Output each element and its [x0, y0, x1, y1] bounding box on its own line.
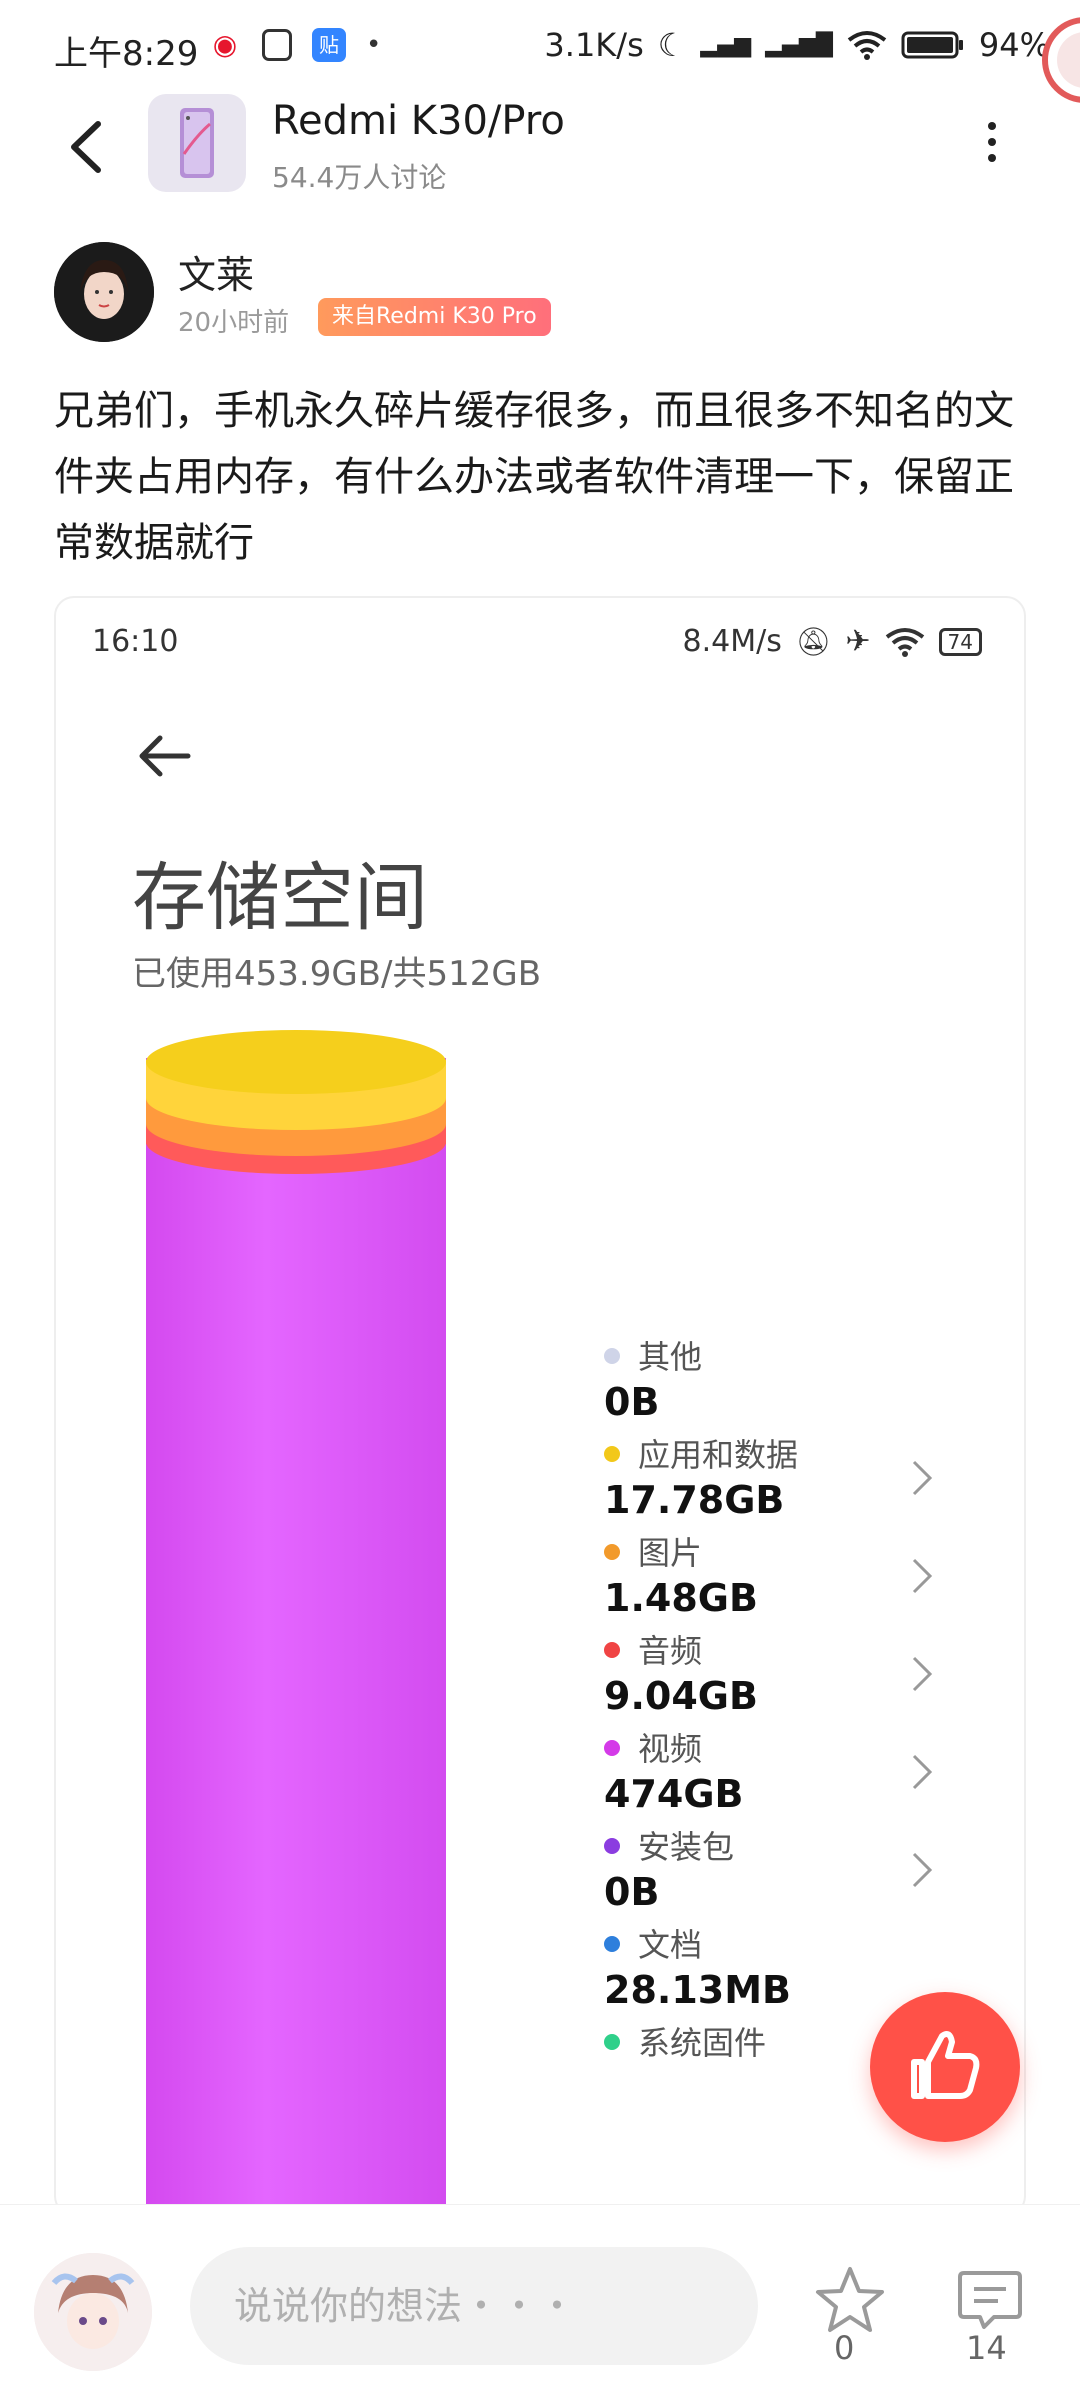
- legend-dot: [604, 1838, 620, 1854]
- legend-value: 9.04GB: [604, 1674, 758, 1718]
- chevron-right-icon: [912, 1460, 933, 1496]
- post-time: 20小时前: [178, 308, 290, 338]
- more-options-icon[interactable]: [982, 118, 1002, 166]
- status-time: 上午8:29: [54, 34, 199, 74]
- legend-dot: [604, 1642, 620, 1658]
- legend-label: 文档: [638, 1926, 703, 1964]
- legend-dot: [604, 1936, 620, 1952]
- legend-label: 音频: [638, 1632, 703, 1670]
- app-notification-icon: [262, 29, 292, 61]
- comment-input[interactable]: 说说你的想法・・・: [190, 2247, 758, 2365]
- legend-item-packages: 安装包 0B: [604, 1822, 1004, 1932]
- status-right: 3.1K/s ☾ ▂▄▆ ▂▄▆█ 94%: [544, 26, 1050, 64]
- bottom-comment-bar: 说说你的想法・・・ 0 14: [0, 2204, 1080, 2400]
- user-avatar[interactable]: [34, 2253, 152, 2371]
- legend-dot: [604, 1446, 620, 1462]
- phone-image-icon: [180, 108, 214, 178]
- tieba-icon: 贴: [312, 28, 346, 62]
- legend-value: 1.48GB: [604, 1576, 758, 1620]
- legend-value: 474GB: [604, 1772, 744, 1816]
- anime-avatar-image: [34, 2253, 152, 2371]
- chevron-right-icon: [912, 1558, 933, 1594]
- legend-label: 应用和数据: [638, 1436, 799, 1474]
- legend-label: 系统固件: [638, 2024, 767, 2062]
- legend-label: 视频: [638, 1730, 703, 1768]
- more-notifications-dot: •: [366, 30, 382, 60]
- like-button[interactable]: [870, 1992, 1020, 2142]
- post-image[interactable]: 16:10 8.4M/s 🔕︎ ✈ 74 存储空间 已使用453.9GB/共51…: [54, 596, 1026, 2216]
- battery-icon: [901, 31, 963, 59]
- comment-count: 14: [966, 2329, 1007, 2367]
- legend-label: 安装包: [638, 1828, 735, 1866]
- author-name[interactable]: 文莱: [178, 244, 254, 299]
- wifi-icon: [847, 31, 887, 60]
- notification-icons: ◉ 贴 •: [208, 28, 381, 62]
- status-bar: 上午8:29 ◉ 贴 • 3.1K/s ☾ ▂▄▆ ▂▄▆█ 94%: [0, 0, 1080, 96]
- legend-dot: [604, 1348, 620, 1364]
- forum-title[interactable]: Redmi K30/Pro: [272, 98, 565, 144]
- moon-icon: ☾: [657, 26, 687, 64]
- legend-item-video: 视频 474GB: [604, 1724, 1004, 1834]
- author-photo: [54, 242, 154, 342]
- legend-value: 0B: [604, 1380, 660, 1424]
- chevron-right-icon: [912, 1656, 933, 1692]
- thumbs-up-icon: [911, 2031, 980, 2099]
- legend-label: 图片: [638, 1534, 703, 1572]
- storage-cylinder: [56, 598, 516, 2214]
- legend-value: 0B: [604, 1870, 660, 1914]
- legend-dot: [604, 2034, 620, 2050]
- legend-item-apps: 应用和数据 17.78GB: [604, 1430, 1004, 1540]
- signal-icon: ▂▄▆█: [765, 32, 833, 58]
- post-content: 兄弟们，手机永久碎片缓存很多，而且很多不知名的文件夹占用内存，有什么办法或者软件…: [54, 388, 1014, 566]
- legend-value: 17.78GB: [604, 1478, 785, 1522]
- legend-item-other: 其他 0B: [604, 1332, 1004, 1442]
- legend-item-audio: 音频 9.04GB: [604, 1626, 1004, 1736]
- forum-subtitle: 54.4万人讨论: [272, 161, 447, 194]
- network-speed: 3.1K/s: [544, 26, 644, 64]
- chevron-right-icon: [912, 1852, 933, 1888]
- legend-dot: [604, 1544, 620, 1560]
- back-arrow-icon[interactable]: [60, 112, 120, 182]
- author-avatar[interactable]: [54, 242, 154, 342]
- legend-label: 其他: [638, 1338, 703, 1376]
- storage-legend: 其他 0B 应用和数据 17.78GB 图片 1.48GB 音频 9.04GB …: [604, 598, 1004, 2214]
- legend-item-images: 图片 1.48GB: [604, 1528, 1004, 1638]
- weibo-icon: ◉: [212, 28, 238, 61]
- forum-thumbnail[interactable]: [148, 94, 246, 192]
- legend-value: 28.13MB: [604, 1968, 791, 2012]
- device-tag-badge: 来自Redmi K30 Pro: [318, 298, 551, 336]
- decoration-badge-icon: [1042, 17, 1080, 103]
- chevron-right-icon: [912, 1754, 933, 1790]
- legend-dot: [604, 1740, 620, 1756]
- signal-hd-icon: ▂▄▆: [700, 32, 752, 58]
- favorite-count: 0: [834, 2329, 855, 2367]
